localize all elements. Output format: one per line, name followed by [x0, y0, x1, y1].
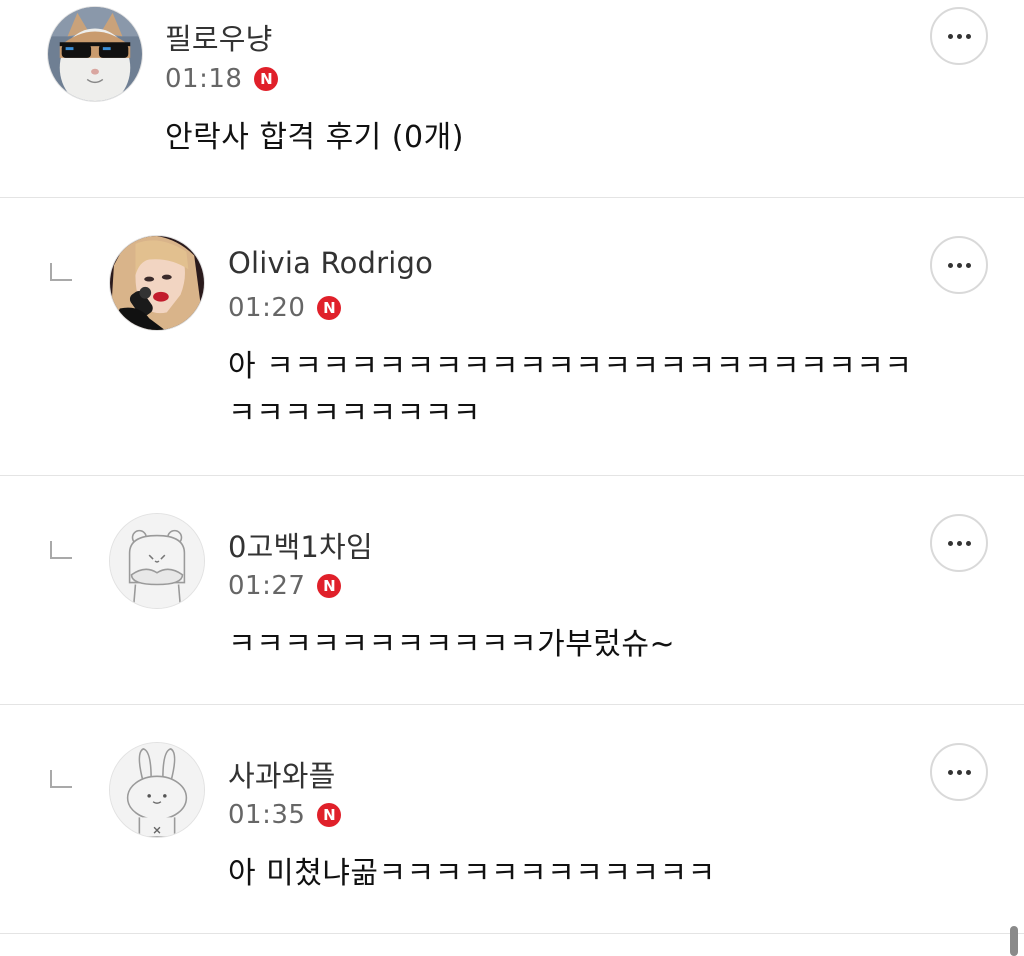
- comment-meta: 01:20 N: [228, 293, 342, 323]
- more-options-icon: [947, 33, 953, 39]
- default-bear-avatar: [110, 514, 204, 608]
- comment-text: 안락사 합격 후기 (0개): [165, 120, 464, 155]
- more-options-icon-dot: [956, 540, 962, 546]
- comment-time: 01:35: [228, 800, 306, 830]
- reply-indent-icon: [50, 541, 72, 559]
- comment-meta: 01:18 N: [165, 64, 279, 94]
- more-options-button[interactable]: [930, 743, 988, 801]
- divider: [0, 197, 1024, 198]
- more-options-icon: [947, 262, 953, 268]
- more-options-icon: [947, 769, 953, 775]
- new-badge-icon: N: [254, 67, 279, 91]
- more-options-button[interactable]: [930, 514, 988, 572]
- avatar[interactable]: [109, 235, 205, 331]
- divider: [0, 933, 1024, 934]
- new-badge-icon: N: [317, 574, 342, 598]
- comment-time: 01:27: [228, 571, 306, 601]
- cat-sunglasses-avatar: [48, 7, 142, 101]
- comment-meta: 01:35 N: [228, 800, 342, 830]
- new-badge-icon: N: [317, 803, 342, 827]
- default-rabbit-avatar: [110, 743, 204, 837]
- more-options-button[interactable]: [930, 236, 988, 294]
- comment-text: 아 ㅋㅋㅋㅋㅋㅋㅋㅋㅋㅋㅋㅋㅋㅋㅋㅋㅋㅋㅋㅋㅋㅋㅋ ㅋㅋㅋㅋㅋㅋㅋㅋㅋ: [228, 349, 913, 431]
- more-options-icon: [947, 540, 953, 546]
- comment-time: 01:18: [165, 64, 243, 94]
- avatar[interactable]: [109, 742, 205, 838]
- more-options-icon-dot: [956, 262, 962, 268]
- comment-text: ㅋㅋㅋㅋㅋㅋㅋㅋㅋㅋㅋ가부렀슈~: [228, 627, 676, 662]
- more-options-button[interactable]: [930, 7, 988, 65]
- reply-indent-icon: [50, 263, 72, 281]
- scrollbar[interactable]: [1010, 926, 1018, 956]
- more-options-icon-dot: [965, 262, 971, 268]
- more-options-icon-dot: [956, 33, 962, 39]
- comment-author[interactable]: 0고백1차임: [228, 524, 373, 566]
- comment-meta: 01:27 N: [228, 571, 342, 601]
- comment-author[interactable]: 필로우냥: [165, 16, 273, 58]
- singer-photo-avatar: [110, 236, 204, 330]
- comment-text: 아 미쳤냐곪ㅋㅋㅋㅋㅋㅋㅋㅋㅋㅋㅋㅋ: [228, 856, 716, 891]
- comment-time: 01:20: [228, 293, 306, 323]
- divider: [0, 704, 1024, 705]
- comment-author[interactable]: 사과와플: [228, 753, 336, 795]
- comment-author[interactable]: Olivia Rodrigo: [228, 246, 433, 280]
- new-badge-icon: N: [317, 296, 342, 320]
- divider: [0, 475, 1024, 476]
- avatar[interactable]: [109, 513, 205, 609]
- more-options-icon-dot: [956, 769, 962, 775]
- reply-indent-icon: [50, 770, 72, 788]
- more-options-icon-dot: [965, 33, 971, 39]
- avatar[interactable]: [47, 6, 143, 102]
- more-options-icon-dot: [965, 769, 971, 775]
- more-options-icon-dot: [965, 540, 971, 546]
